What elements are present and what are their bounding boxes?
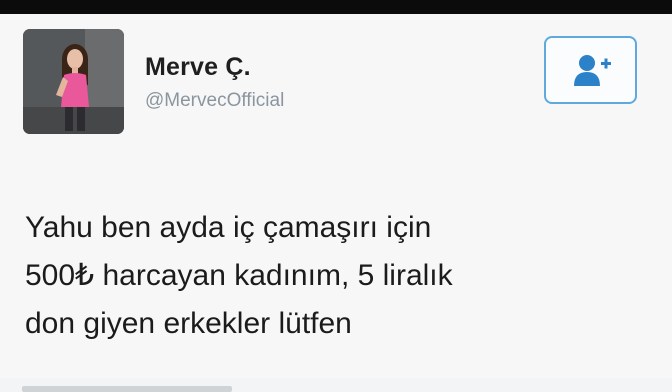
user-handle[interactable]: @MervecOfficial [145,90,284,112]
tweet-line: Yahu ben ayda iç çamaşırı için [25,211,432,244]
tweet-line: don giyen erkekler lütfen [25,307,352,340]
avatar[interactable] [23,29,124,134]
follow-button[interactable] [544,36,637,104]
tweet-text: Yahu ben ayda iç çamaşırı için 500₺ harc… [25,204,655,348]
tweet-card: Merve Ç. @MervecOfficial Yahu ben ayda i… [0,14,672,392]
display-name[interactable]: Merve Ç. [145,53,251,82]
top-bar [0,0,672,14]
cropped-timestamp [22,386,232,392]
tweet-line: 500₺ harcayan kadınım, 5 liralık [25,259,453,292]
profile-photo-icon [23,29,124,134]
add-user-icon [574,55,611,86]
